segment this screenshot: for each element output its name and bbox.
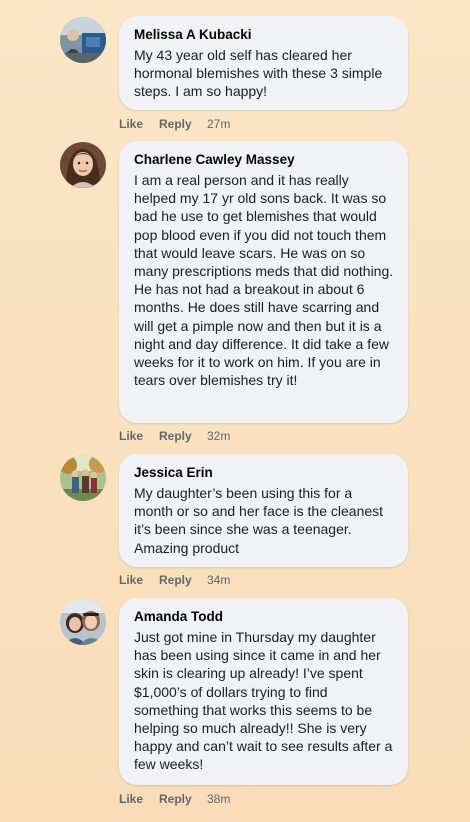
avatar-photo-icon (60, 17, 106, 63)
comment-timestamp[interactable]: 38m (207, 792, 230, 806)
comment-actions: Like Reply 32m (119, 429, 230, 443)
comment-timestamp[interactable]: 34m (207, 573, 230, 587)
like-button[interactable]: Like (119, 792, 159, 806)
reply-button[interactable]: Reply (159, 117, 207, 131)
like-button[interactable]: Like (119, 573, 159, 587)
reply-button[interactable]: Reply (159, 429, 207, 443)
comment-text: Just got mine in Thursday my daughter ha… (134, 629, 393, 773)
avatar[interactable] (60, 599, 106, 645)
like-button[interactable]: Like (119, 429, 159, 443)
comment-bubble: Charlene Cawley Massey I am a real perso… (119, 141, 408, 423)
comment-actions: Like Reply 27m (119, 117, 230, 131)
comment-bubble: Amanda Todd Just got mine in Thursday my… (119, 598, 408, 785)
avatar-photo-icon (60, 599, 106, 645)
like-button[interactable]: Like (119, 117, 159, 131)
comment-author[interactable]: Melissa A Kubacki (134, 26, 394, 43)
comment-bubble: Jessica Erin My daughter’s been using th… (119, 454, 408, 567)
avatar-photo-icon (60, 142, 106, 188)
comment-timestamp[interactable]: 32m (207, 429, 230, 443)
avatar[interactable] (60, 455, 106, 501)
comment-actions: Like Reply 34m (119, 573, 230, 587)
comment-author[interactable]: Jessica Erin (134, 464, 394, 481)
comment-timestamp[interactable]: 27m (207, 117, 230, 131)
comment-author[interactable]: Charlene Cawley Massey (134, 151, 394, 168)
reply-button[interactable]: Reply (159, 573, 207, 587)
avatar[interactable] (60, 142, 106, 188)
comment-bubble: Melissa A Kubacki My 43 year old self ha… (119, 16, 408, 110)
comment-actions: Like Reply 38m (119, 792, 230, 806)
comment-text: I am a real person and it has really hel… (134, 172, 394, 389)
avatar-photo-icon (60, 455, 106, 501)
comment-text: My 43 year old self has cleared her horm… (134, 47, 383, 100)
avatar[interactable] (60, 17, 106, 63)
reply-button[interactable]: Reply (159, 792, 207, 806)
comment-author[interactable]: Amanda Todd (134, 608, 394, 625)
comment-text: My daughter’s been using this for a mont… (134, 485, 384, 556)
